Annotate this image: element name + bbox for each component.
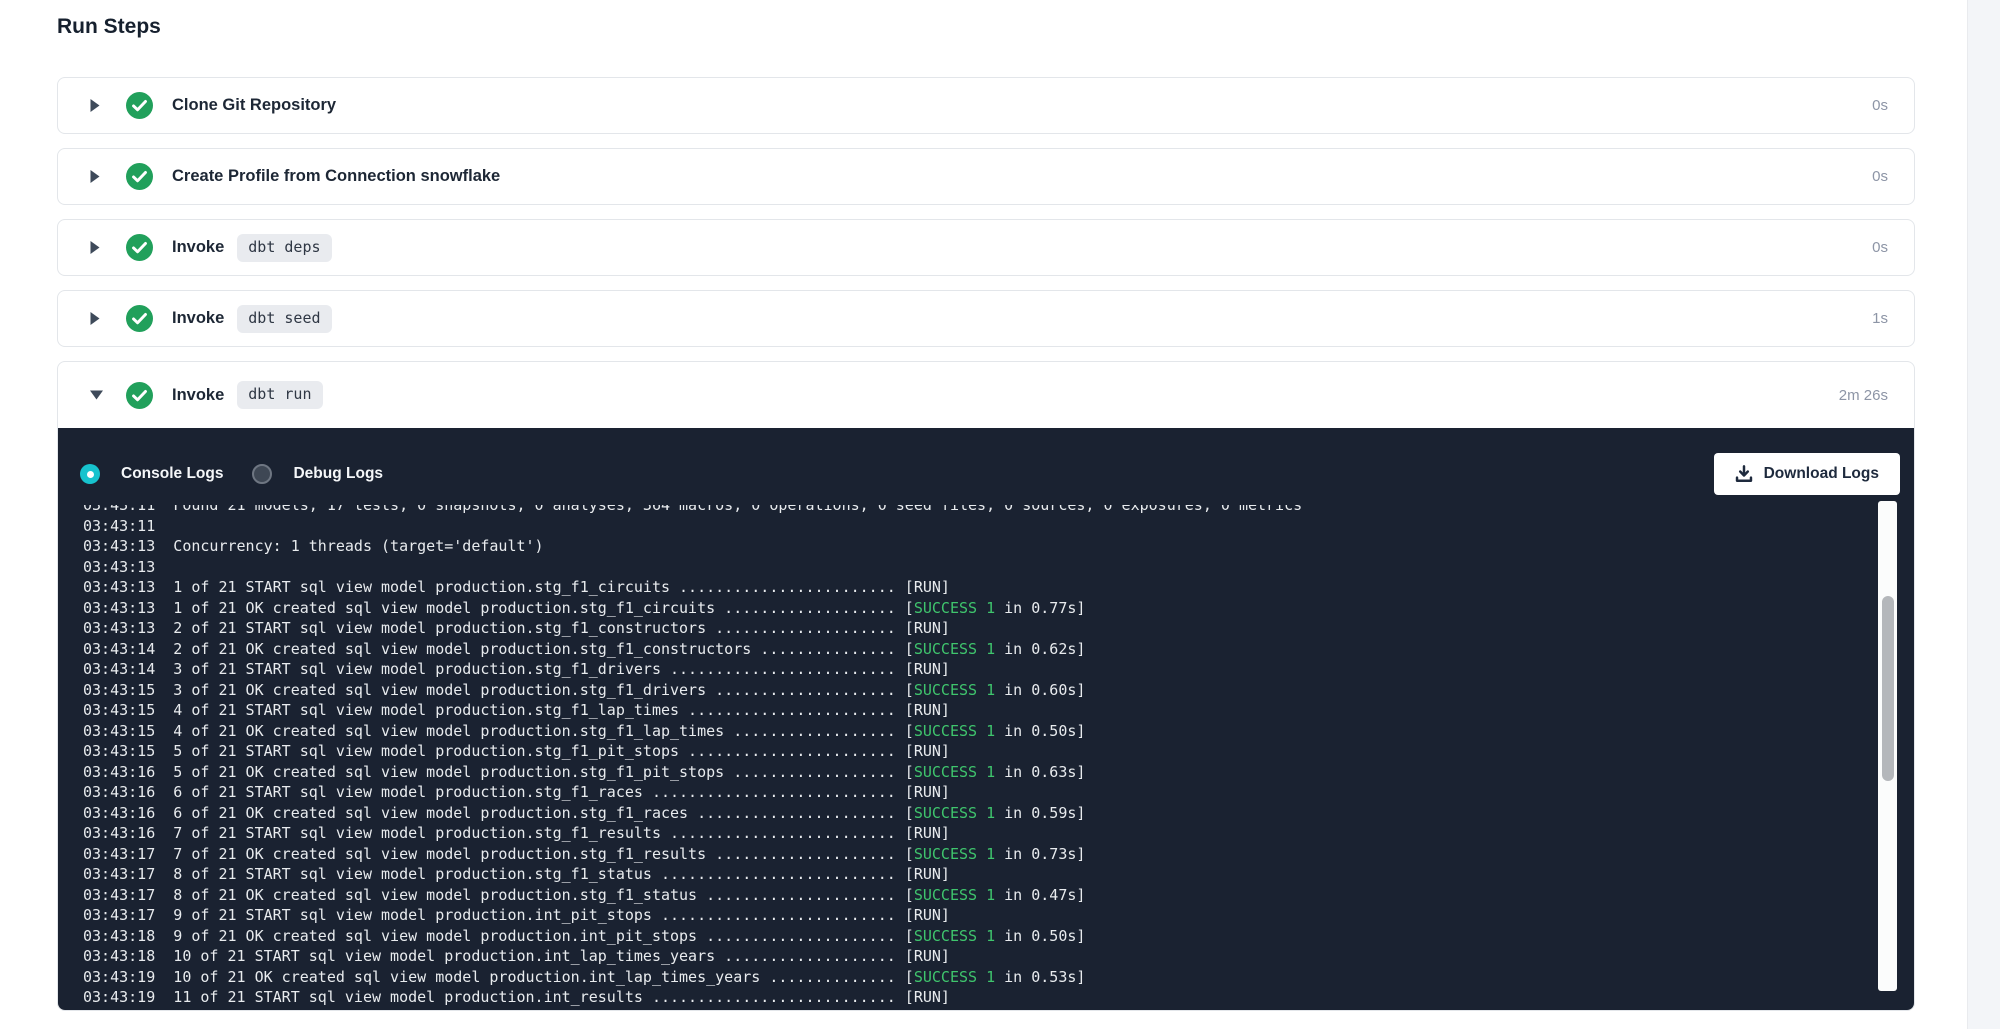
log-line: 03:43:19 11 of 21 START sql view model p…	[83, 987, 1914, 1008]
log-line: 03:43:11	[83, 516, 1914, 537]
download-logs-label: Download Logs	[1764, 465, 1879, 483]
log-line: 03:43:13 Concurrency: 1 threads (target=…	[83, 536, 1914, 557]
success-check-icon	[126, 92, 153, 119]
log-line: 03:43:14 2 of 21 OK created sql view mod…	[83, 639, 1914, 660]
log-line: 03:43:13	[83, 557, 1914, 578]
run-step-header[interactable]: Create Profile from Connection snowflake…	[58, 149, 1914, 204]
run-step-label: Invoke	[172, 238, 224, 257]
run-step-card: Invoke dbt seed 1s	[57, 290, 1915, 347]
command-pill: dbt seed	[237, 305, 331, 333]
step-duration: 0s	[1872, 239, 1888, 256]
download-icon	[1735, 465, 1753, 483]
success-check-icon	[126, 163, 153, 190]
log-line: 03:43:16 7 of 21 START sql view model pr…	[83, 823, 1914, 844]
log-line: 03:43:15 5 of 21 START sql view model pr…	[83, 741, 1914, 762]
chevron-right-icon	[89, 240, 104, 255]
chevron-right-icon	[89, 311, 104, 326]
run-step-label: Clone Git Repository	[172, 96, 336, 115]
run-step-card: Create Profile from Connection snowflake…	[57, 148, 1915, 205]
log-line: 03:43:18 9 of 21 OK created sql view mod…	[83, 926, 1914, 947]
log-scrollbar-thumb[interactable]	[1882, 596, 1894, 781]
log-scrollbar-track[interactable]	[1878, 501, 1897, 991]
log-line: 03:43:14 3 of 21 START sql view model pr…	[83, 659, 1914, 680]
log-line: 03:43:17 9 of 21 START sql view model pr…	[83, 905, 1914, 926]
run-step-label: Create Profile from Connection snowflake	[172, 167, 500, 186]
step-duration: 1s	[1872, 310, 1888, 327]
log-line: 03:43:15 4 of 21 START sql view model pr…	[83, 700, 1914, 721]
log-line: 03:43:11 Found 21 models, 17 tests, 0 sn…	[83, 505, 1914, 516]
log-line: 03:43:18 10 of 21 START sql view model p…	[83, 946, 1914, 967]
console-log-output: 03:43:11 Found 21 models, 17 tests, 0 sn…	[83, 505, 1914, 1008]
command-pill: dbt deps	[237, 234, 331, 262]
command-pill: dbt run	[237, 381, 322, 409]
radio-unselected-icon	[252, 464, 272, 484]
chevron-right-icon	[89, 98, 104, 113]
log-line: 03:43:17 8 of 21 OK created sql view mod…	[83, 885, 1914, 906]
run-step-card: Clone Git Repository 0s	[57, 77, 1915, 134]
log-panel: Console Logs Debug Logs Download Logs	[58, 428, 1914, 1010]
log-line: 03:43:13 1 of 21 OK created sql view mod…	[83, 598, 1914, 619]
log-line: 03:43:17 7 of 21 OK created sql view mod…	[83, 844, 1914, 865]
success-check-icon	[126, 305, 153, 332]
run-step-card-expanded: Invoke dbt run 2m 26s Console Logs Debug…	[57, 361, 1915, 1011]
log-line: 03:43:16 5 of 21 OK created sql view mod…	[83, 762, 1914, 783]
log-line: 03:43:16 6 of 21 OK created sql view mod…	[83, 803, 1914, 824]
run-step-header[interactable]: Invoke dbt deps 0s	[58, 220, 1914, 275]
run-step-header[interactable]: Clone Git Repository 0s	[58, 78, 1914, 133]
run-step-header[interactable]: Invoke dbt seed 1s	[58, 291, 1914, 346]
console-logs-radio[interactable]: Console Logs	[80, 464, 223, 484]
log-line: 03:43:16 6 of 21 START sql view model pr…	[83, 782, 1914, 803]
step-duration: 0s	[1872, 97, 1888, 114]
log-line: 03:43:13 1 of 21 START sql view model pr…	[83, 577, 1914, 598]
run-step-label: Invoke	[172, 386, 224, 405]
console-logs-label: Console Logs	[121, 465, 223, 483]
run-step-label: Invoke	[172, 309, 224, 328]
debug-logs-label: Debug Logs	[293, 465, 383, 483]
right-edge-panel	[1967, 0, 2000, 1029]
log-line: 03:43:19 10 of 21 OK created sql view mo…	[83, 967, 1914, 988]
chevron-right-icon	[89, 169, 104, 184]
log-line: 03:43:15 3 of 21 OK created sql view mod…	[83, 680, 1914, 701]
radio-selected-icon	[80, 464, 100, 484]
run-steps-section: Run Steps Clone Git Repository 0s	[57, 14, 1915, 1025]
run-step-card: Invoke dbt deps 0s	[57, 219, 1915, 276]
step-duration: 2m 26s	[1839, 387, 1888, 404]
log-toolbar: Console Logs Debug Logs Download Logs	[58, 428, 1914, 496]
log-line: 03:43:17 8 of 21 START sql view model pr…	[83, 864, 1914, 885]
debug-logs-radio[interactable]: Debug Logs	[252, 464, 383, 484]
log-line: 03:43:15 4 of 21 OK created sql view mod…	[83, 721, 1914, 742]
step-duration: 0s	[1872, 168, 1888, 185]
download-logs-button[interactable]: Download Logs	[1714, 453, 1900, 495]
run-step-header[interactable]: Invoke dbt run 2m 26s	[58, 362, 1914, 428]
success-check-icon	[126, 382, 153, 409]
success-check-icon	[126, 234, 153, 261]
log-line: 03:43:13 2 of 21 START sql view model pr…	[83, 618, 1914, 639]
page-title: Run Steps	[57, 14, 1915, 39]
run-steps-list: Clone Git Repository 0s Create Profile f…	[57, 77, 1915, 347]
chevron-down-icon	[89, 389, 104, 401]
